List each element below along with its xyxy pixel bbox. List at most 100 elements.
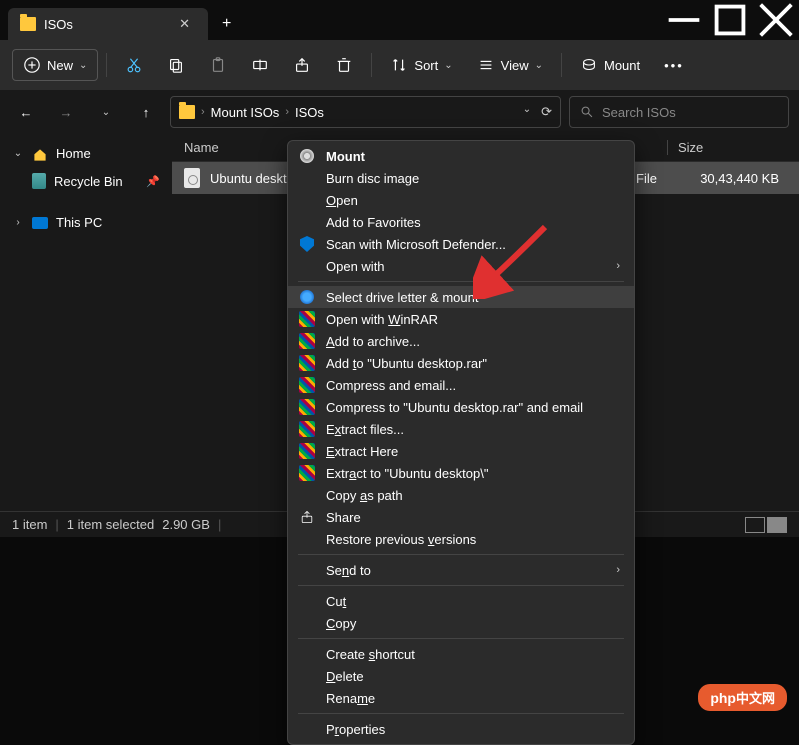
share-icon (298, 508, 316, 526)
ctx-label: Mount (326, 149, 365, 164)
ctx-label: Restore previous versions (326, 532, 476, 547)
folder-icon (179, 105, 195, 119)
sidebar-item-home[interactable]: ⌄ Home (4, 140, 168, 167)
ctx-sendto[interactable]: Send to› (288, 559, 634, 581)
winrar-icon (299, 311, 315, 327)
sidebar-item-thispc[interactable]: › This PC (4, 209, 168, 236)
winrar-icon (299, 333, 315, 349)
separator (298, 713, 624, 714)
winrar-icon (299, 443, 315, 459)
more-button[interactable]: ••• (654, 52, 694, 79)
titlebar: ISOs ✕ + (0, 0, 799, 40)
breadcrumb-seg[interactable]: Mount ISOs (211, 105, 280, 120)
sidebar-item-recycle[interactable]: Recycle Bin 📌 (4, 167, 168, 195)
separator: | (218, 517, 221, 532)
ctx-label: Cut (326, 594, 346, 609)
delete-button[interactable] (325, 50, 363, 80)
breadcrumb[interactable]: › Mount ISOs › ISOs ⌄ ⟳ (170, 96, 561, 128)
ctx-rename[interactable]: Rename (288, 687, 634, 709)
winrar-icon (299, 399, 315, 415)
tab-label: ISOs (44, 17, 73, 32)
breadcrumb-seg[interactable]: ISOs (295, 105, 324, 120)
ctx-compress-email[interactable]: Compress and email... (288, 374, 634, 396)
ctx-cut[interactable]: Cut (288, 590, 634, 612)
recent-dropdown[interactable]: ⌄ (90, 96, 122, 128)
sort-label: Sort (414, 58, 438, 73)
view-toggle[interactable] (745, 517, 787, 533)
ctx-compress-to-email[interactable]: Compress to "Ubuntu desktop.rar" and ema… (288, 396, 634, 418)
ctx-restore-versions[interactable]: Restore previous versions (288, 528, 634, 550)
chevron-down-icon[interactable]: ⌄ (523, 104, 531, 120)
window-controls (661, 0, 799, 40)
ctx-add-to-rar[interactable]: Add to "Ubuntu desktop.rar" (288, 352, 634, 374)
maximize-button[interactable] (707, 0, 753, 40)
close-button[interactable] (753, 0, 799, 40)
winrar-icon (299, 421, 315, 437)
disc-icon (300, 149, 314, 163)
search-placeholder: Search ISOs (602, 105, 676, 120)
ctx-open-winrar[interactable]: Open with WinRAR (288, 308, 634, 330)
paste-button[interactable] (199, 50, 237, 80)
forward-button[interactable]: → (50, 96, 82, 128)
ctx-label: Extract files... (326, 422, 404, 437)
ctx-label: Send to (326, 563, 371, 578)
ctx-burn[interactable]: Burn disc image (288, 167, 634, 189)
ctx-defender[interactable]: Scan with Microsoft Defender... (288, 233, 634, 255)
close-tab-icon[interactable]: ✕ (173, 14, 196, 34)
ctx-openwith[interactable]: Open with› (288, 255, 634, 277)
tab-isos[interactable]: ISOs ✕ (8, 8, 208, 40)
ctx-copy-path[interactable]: Copy as path (288, 484, 634, 506)
mount-label: Mount (604, 58, 640, 73)
ctx-label: Add to "Ubuntu desktop.rar" (326, 356, 487, 371)
ctx-extract-here[interactable]: Extract Here (288, 440, 634, 462)
ctx-open[interactable]: Open (288, 189, 634, 211)
ctx-add-archive[interactable]: Add to archive... (288, 330, 634, 352)
minimize-button[interactable] (661, 0, 707, 40)
view-label: View (501, 58, 529, 73)
ctx-favorites[interactable]: Add to Favorites (288, 211, 634, 233)
rename-button[interactable] (241, 50, 279, 80)
home-icon (32, 147, 48, 161)
ctx-label: Compress to "Ubuntu desktop.rar" and ema… (326, 400, 583, 415)
ctx-share[interactable]: Share (288, 506, 634, 528)
large-view-icon[interactable] (767, 517, 787, 533)
separator (298, 554, 624, 555)
ctx-delete[interactable]: Delete (288, 665, 634, 687)
sort-button[interactable]: Sort ⌄ (380, 50, 462, 80)
share-button[interactable] (283, 50, 321, 80)
ctx-select-drive-letter-mount[interactable]: Select drive letter & mount (288, 286, 634, 308)
ctx-mount[interactable]: Mount (288, 145, 634, 167)
chevron-down-icon: ⌄ (535, 60, 543, 71)
ctx-label: Select drive letter & mount (326, 290, 478, 305)
ctx-label: Copy (326, 616, 356, 631)
cut-button[interactable] (115, 50, 153, 80)
ctx-create-shortcut[interactable]: Create shortcut (288, 643, 634, 665)
status-selected: 1 item selected (67, 517, 154, 532)
view-button[interactable]: View ⌄ (467, 50, 553, 80)
shield-icon (300, 236, 314, 252)
copy-button[interactable] (157, 50, 195, 80)
watermark-text: 中文网 (736, 691, 775, 706)
ctx-copy[interactable]: Copy (288, 612, 634, 634)
separator (106, 53, 107, 77)
chevron-down-icon: ⌄ (444, 60, 452, 71)
details-view-icon[interactable] (745, 517, 765, 533)
separator (298, 281, 624, 282)
col-size[interactable]: Size (667, 140, 787, 155)
ctx-label: Create shortcut (326, 647, 415, 662)
ctx-label: Copy as path (326, 488, 403, 503)
new-tab-button[interactable]: + (208, 15, 245, 33)
new-button[interactable]: New ⌄ (12, 49, 98, 81)
ctx-extract-files[interactable]: Extract files... (288, 418, 634, 440)
search-input[interactable]: Search ISOs (569, 96, 789, 128)
pc-icon (32, 217, 48, 229)
ctx-properties[interactable]: Properties (288, 718, 634, 740)
back-button[interactable]: ← (10, 96, 42, 128)
mount-button[interactable]: Mount (570, 50, 650, 80)
chevron-right-icon: › (616, 260, 620, 272)
up-button[interactable]: ↑ (130, 96, 162, 128)
ctx-extract-to[interactable]: Extract to "Ubuntu desktop\" (288, 462, 634, 484)
refresh-button[interactable]: ⟳ (541, 104, 552, 120)
address-bar: ← → ⌄ ↑ › Mount ISOs › ISOs ⌄ ⟳ Search I… (0, 90, 799, 134)
separator (371, 53, 372, 77)
